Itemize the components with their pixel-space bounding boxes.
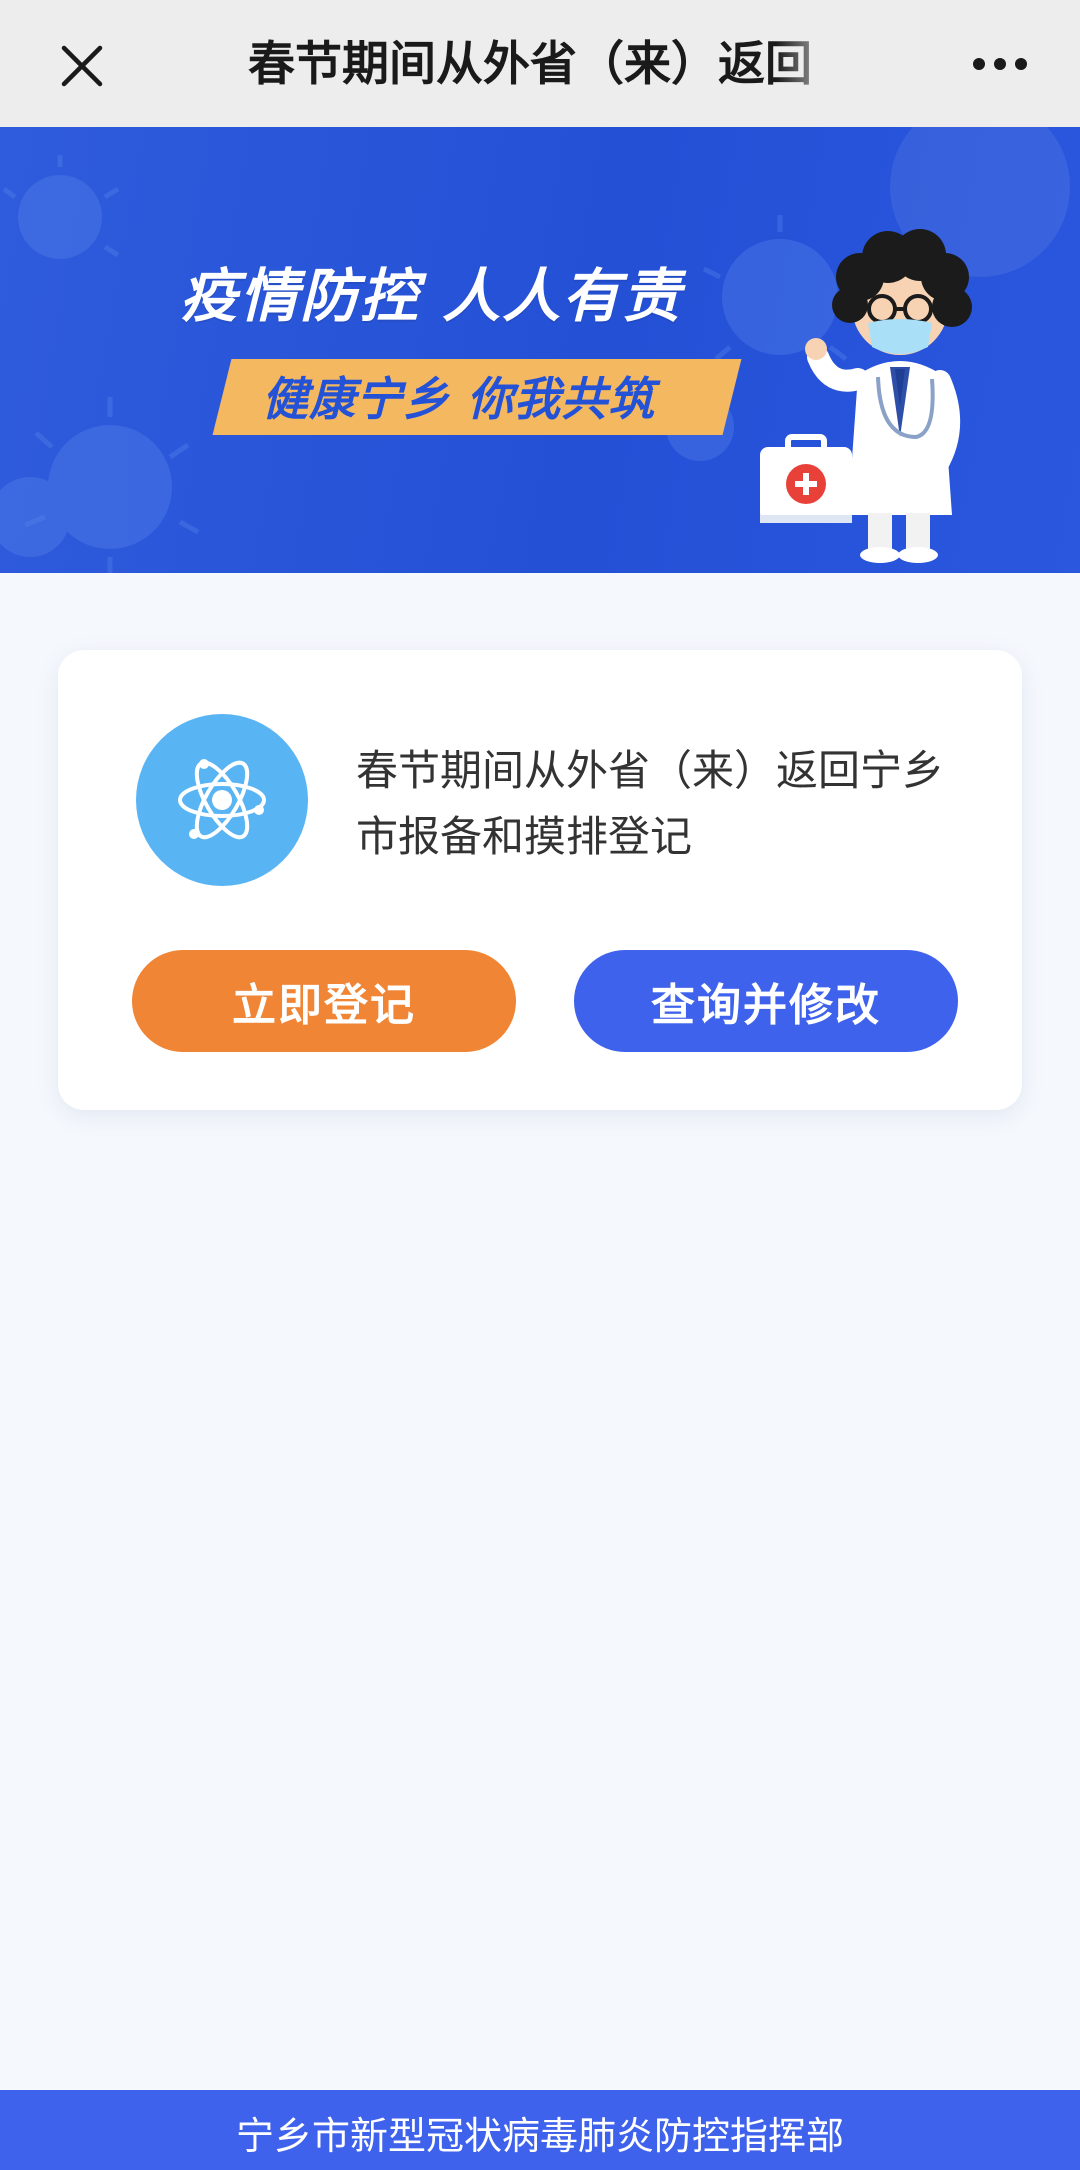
- banner-slogan-sub: 健康宁乡 你我共筑: [262, 372, 656, 426]
- registration-card: 春节期间从外省（来）返回宁乡市报备和摸排登记 立即登记 查询并修改: [58, 650, 1022, 1110]
- card-title: 春节期间从外省（来）返回宁乡市报备和摸排登记: [356, 746, 945, 861]
- more-dots-icon[interactable]: [968, 44, 1032, 84]
- register-now-button[interactable]: 立即登记: [132, 950, 516, 1052]
- atom-icon: [136, 714, 308, 886]
- page-title: 春节期间从外省（来）返回: [248, 37, 812, 92]
- footer-organization: 宁乡市新型冠状病毒肺炎防控指挥部: [0, 2090, 1080, 2170]
- doctor-illustration: [760, 229, 972, 563]
- banner-slogan-main: 疫情防控 人人有责: [180, 262, 683, 330]
- query-modify-button[interactable]: 查询并修改: [574, 950, 958, 1052]
- medical-kit-icon: [760, 434, 852, 523]
- banner: 疫情防控 人人有责 健康宁乡 你我共筑: [0, 127, 1080, 573]
- top-nav-bar: 春节期间从外省（来）返回: [0, 0, 1080, 127]
- close-icon[interactable]: [50, 34, 114, 98]
